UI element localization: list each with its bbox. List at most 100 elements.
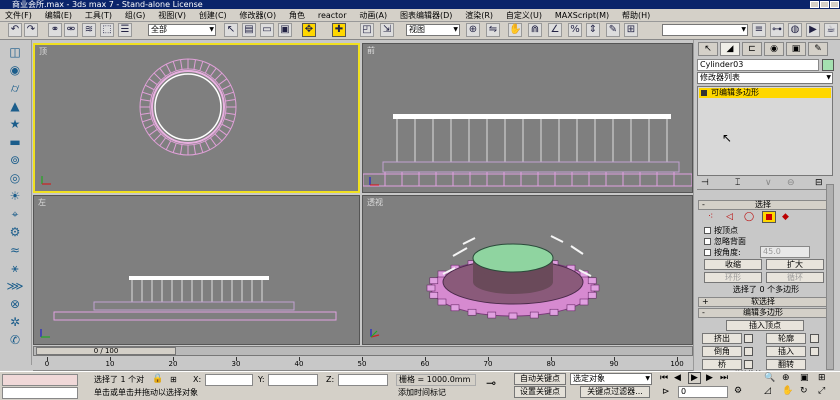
z-coordinate-field[interactable] [338, 374, 388, 386]
close-button[interactable] [830, 1, 839, 8]
tab-hierarchy[interactable]: ⊏ [742, 42, 762, 56]
create-sphere-icon[interactable]: ◉ [5, 62, 25, 78]
insert-vertex-button[interactable]: 插入顶点 [726, 320, 804, 331]
timeline-ruler[interactable]: 0 10 20 30 40 50 60 70 80 90 100 [33, 357, 693, 371]
zoom-icon[interactable]: 🔍 [764, 373, 775, 383]
create-tube-icon[interactable]: ⊚ [5, 152, 25, 168]
tab-display[interactable]: ▣ [786, 42, 806, 56]
menu-animation[interactable]: 动画(A) [354, 9, 392, 22]
outline-button[interactable]: 轮廓 [766, 333, 806, 344]
track-view-icon[interactable]: ≡ [752, 23, 766, 37]
remove-modifier-icon[interactable]: ⊖ [787, 178, 795, 188]
stack-item-editable-poly[interactable]: 可编辑多边形 [699, 88, 831, 98]
viewport-top[interactable]: 顶 [33, 43, 360, 193]
rollout-soft-selection[interactable]: + 软选择 [698, 297, 828, 307]
minimize-button[interactable] [810, 1, 819, 8]
quick-render-icon[interactable]: ☕ [824, 23, 838, 37]
extrude-button[interactable]: 挤出 [702, 333, 742, 344]
ref-coord-dropdown[interactable]: 视图 [406, 24, 460, 36]
flip-button[interactable]: 翻转 [766, 359, 806, 370]
pin-stack-icon[interactable]: ⊣ [701, 178, 709, 188]
set-key-button[interactable]: 设置关键点 [514, 386, 566, 398]
rollout-selection[interactable]: - 选择 [698, 200, 828, 210]
angle-snap-icon[interactable]: ∠ [548, 23, 562, 37]
angle-field[interactable]: 45.0 [760, 246, 810, 258]
scatter-icon[interactable]: ✲ [5, 314, 25, 330]
named-selection-dropdown[interactable] [662, 24, 748, 36]
by-angle-checkbox[interactable]: 按角度: [704, 247, 741, 258]
select-icon[interactable]: ⬚ [100, 23, 114, 37]
zoom-all-icon[interactable]: ⊕ [782, 373, 790, 383]
create-plane-icon[interactable]: ▬ [5, 134, 25, 150]
spinner-snap-icon[interactable]: ⇕ [586, 23, 600, 37]
loft-icon[interactable]: ⋙ [5, 278, 25, 294]
rect-selection-icon[interactable]: ▭ [260, 23, 274, 37]
border-icon[interactable]: ◯ [744, 212, 754, 222]
rollout-edit-polygons[interactable]: - 编辑多边形 [698, 308, 828, 318]
go-to-end-icon[interactable]: ⏭ [720, 373, 728, 383]
create-system-icon[interactable]: ⚹ [5, 260, 25, 276]
select-by-name-icon[interactable]: ☰ [118, 23, 132, 37]
snap-icon[interactable]: ⋒ [528, 23, 542, 37]
menu-modifiers[interactable]: 修改器(O) [235, 9, 282, 22]
object-color-swatch[interactable] [822, 59, 834, 71]
align-icon[interactable]: ⊞ [624, 23, 638, 37]
percent-snap-icon[interactable]: % [568, 23, 582, 37]
auto-key-button[interactable]: 自动关键点 [514, 373, 566, 385]
named-selection-icon[interactable]: ✎ [606, 23, 620, 37]
time-slider[interactable]: 0 / 100 [33, 346, 693, 356]
create-star-icon[interactable]: ★ [5, 116, 25, 132]
play-icon[interactable]: ▶ [688, 372, 701, 384]
selection-filter-dropdown[interactable]: 全部 [148, 24, 216, 36]
inset-button[interactable]: 插入 [766, 346, 806, 357]
create-cone-icon[interactable]: ▲ [5, 98, 25, 114]
stack-item-expand-icon[interactable] [701, 90, 707, 96]
menu-graph-editors[interactable]: 图表编辑器(D) [395, 9, 457, 22]
show-end-result-icon[interactable]: ⌶ [735, 178, 740, 188]
create-camera-icon[interactable]: ⌖ [5, 206, 25, 222]
menu-customize[interactable]: 自定义(U) [501, 9, 547, 22]
menu-file[interactable]: 文件(F) [0, 9, 37, 22]
schematic-icon[interactable]: ⊶ [770, 23, 784, 37]
outline-settings-button[interactable] [810, 334, 819, 343]
tab-utilities[interactable]: ✎ [808, 42, 828, 56]
y-coordinate-field[interactable] [268, 374, 318, 386]
add-time-tag[interactable]: 添加时间标记 [398, 387, 446, 398]
unlink-icon[interactable]: ⚮ [64, 23, 78, 37]
create-cylinder-icon[interactable]: ⌭ [5, 80, 25, 96]
viewport-perspective[interactable]: 透视 [362, 195, 693, 345]
select-list-icon[interactable]: ▤ [242, 23, 256, 37]
element-icon[interactable]: ◆ [782, 212, 789, 222]
next-frame-icon[interactable]: ▶ [706, 373, 713, 383]
maxscript-listener-mini[interactable] [2, 374, 78, 386]
current-frame-field[interactable]: 0 [678, 386, 728, 398]
render-scene-icon[interactable]: ▶ [806, 23, 820, 37]
go-to-start-icon[interactable]: ⏮ [660, 373, 668, 383]
menu-maxscript[interactable]: MAXScript(M) [550, 9, 614, 22]
make-unique-icon[interactable]: ∨ [765, 178, 772, 188]
time-slider-thumb[interactable]: 0 / 100 [36, 347, 176, 355]
menu-group[interactable]: 组(G) [120, 9, 150, 22]
by-vertex-checkbox[interactable]: 按顶点 [704, 225, 738, 236]
tab-create[interactable]: ↖ [698, 42, 718, 56]
maximize-button[interactable] [820, 1, 829, 8]
select-object-icon[interactable]: ↖ [224, 23, 238, 37]
configure-sets-icon[interactable]: ⊟ [815, 178, 823, 188]
bridge-settings-button[interactable] [744, 360, 753, 369]
shrink-button[interactable]: 收缩 [704, 259, 762, 270]
object-name-field[interactable]: Cylinder03 [697, 59, 819, 71]
pan-icon[interactable]: ✋ [782, 386, 793, 396]
create-box-icon[interactable]: ◫ [5, 44, 25, 60]
extrude-settings-button[interactable] [744, 334, 753, 343]
menu-rendering[interactable]: 渲染(R) [460, 9, 498, 22]
arc-rotate-icon[interactable]: ↻ [800, 386, 808, 396]
pivot-center-icon[interactable]: ⊕ [466, 23, 480, 37]
loop-button[interactable]: 循环 [766, 272, 824, 283]
manipulate-icon[interactable]: ✋ [508, 23, 522, 37]
bevel-button[interactable]: 倒角 [702, 346, 742, 357]
grow-button[interactable]: 扩大 [766, 259, 824, 270]
menu-views[interactable]: 视图(V) [153, 9, 191, 22]
viewport-front[interactable]: 前 [362, 43, 693, 193]
ignore-backfacing-checkbox[interactable]: 忽略背面 [704, 236, 746, 247]
x-coordinate-field[interactable] [205, 374, 253, 386]
